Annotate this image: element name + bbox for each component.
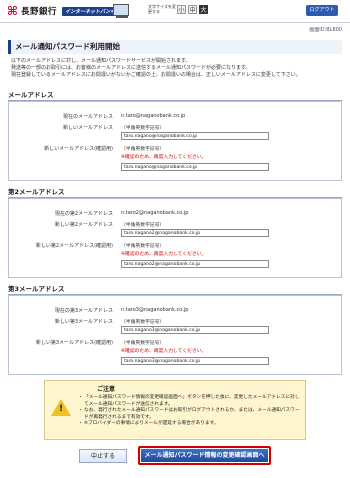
header: ⌘ 長野銀行 インターネットバンキング 文字サイズを変更する 小 中 大 ログア… — [0, 0, 350, 23]
bank-logo[interactable]: ⌘ 長野銀行 インターネットバンキング — [6, 3, 129, 18]
current-email-label: 現在のメールアドレス — [62, 114, 113, 120]
confirm-email-hint: （半角英数字記号） — [121, 147, 165, 152]
section-heading-email: メールアドレス — [8, 89, 342, 101]
intro-text: 以下のメールアドレスに対し、メール通知パスワードサービスが開始されます。 発送等… — [11, 58, 341, 80]
logout-button[interactable]: ログアウト — [306, 5, 338, 16]
font-size-label: 文字サイズを変更する — [148, 4, 176, 14]
page-title: メール通知パスワード利用開始 — [8, 40, 342, 54]
warning-exclamation-icon: ! — [59, 404, 64, 414]
section-heading-email3: 第3メールアドレス — [8, 283, 342, 295]
email-section-card: 現在のメールアドレス n.taro@naganobank.co.jp 新しいメー… — [8, 101, 342, 181]
caution-item: なお、発行されたメール通知パスワードはお取引がログアウトされるか、または、メール… — [78, 408, 301, 421]
confirm-email3-input[interactable]: taro.nagano3@naganobank.co.jp — [121, 357, 269, 365]
email2-section-card: 現在の第2メールアドレス n.taro2@naganobank.co.jp 新し… — [8, 198, 342, 278]
confirm-change-button[interactable]: メール通知パスワード情報の変更確認画面へ — [141, 449, 268, 462]
section-heading-email2: 第2メールアドレス — [8, 186, 342, 198]
font-size-small-button[interactable]: 小 — [177, 5, 186, 14]
email3-section-card: 現在の第3メールアドレス n.taro3@naganobank.co.jp 新し… — [8, 295, 342, 375]
confirm-email3-label: 新しい第3メールアドレス(確認用) — [35, 340, 113, 346]
confirm-email3-hint: （半角英数字記号） — [121, 341, 165, 346]
confirm-email2-input[interactable]: taro.nagano2@naganobank.co.jp — [121, 260, 269, 268]
current-email2-label: 現在の第2メールアドレス — [54, 211, 113, 217]
bank-logo-icon: ⌘ — [6, 3, 19, 18]
confirm-email3-note: ※確認のため、再度入力してください。 — [121, 349, 207, 354]
new-email3-hint: （半角英数字記号） — [121, 320, 165, 325]
intro-line: 現在登録しているメールアドレスにお間違いがないかご確認の上、お間違いの場合は、正… — [11, 72, 301, 79]
current-email3-value: n.taro3@naganobank.co.jp — [121, 307, 189, 313]
confirm-email-input[interactable]: taro.nagano@naganobank.co.jp — [121, 163, 269, 171]
new-email2-input[interactable]: taro.nagano2@naganobank.co.jp — [121, 229, 269, 237]
confirm-change-button-highlight[interactable]: メール通知パスワード情報の変更確認画面へ — [138, 446, 271, 465]
new-email-label: 新しいメールアドレス — [62, 125, 113, 131]
caution-heading: ご注意 — [97, 386, 116, 393]
new-email2-hint: （半角英数字記号） — [121, 223, 165, 228]
new-email-input[interactable]: taro.nagano@naganobank.co.jp — [121, 132, 269, 140]
cancel-button[interactable]: 中止する — [79, 449, 127, 463]
font-size-medium-button[interactable]: 中 — [188, 5, 197, 14]
confirm-email2-label: 新しい第2メールアドレス(確認用) — [35, 243, 113, 249]
caution-item: 「メール通知パスワード情報の変更確認画面へ」ボタンを押した後に、変更したメールア… — [78, 395, 301, 408]
computer-icon — [113, 4, 129, 18]
bank-name: 長野銀行 — [21, 7, 58, 17]
new-email2-label: 新しい第2メールアドレス — [54, 222, 113, 228]
confirm-email-label: 新しいメールアドレス(確認用) — [44, 146, 113, 152]
font-size-large-button[interactable]: 大 — [199, 5, 208, 14]
confirm-email-note: ※確認のため、再度入力してください。 — [121, 155, 207, 160]
current-email3-label: 現在の第3メールアドレス — [54, 308, 113, 314]
new-email-hint: （半角英数字記号） — [121, 126, 165, 131]
caution-item: ※プロバイダーの事情によりメールが遅延する場合があります。 — [78, 421, 301, 428]
caution-list: 「メール通知パスワード情報の変更確認画面へ」ボタンを押した後に、変更したメールア… — [78, 395, 301, 428]
current-email2-value: n.taro2@naganobank.co.jp — [121, 210, 189, 216]
new-email3-label: 新しい第3メールアドレス — [54, 319, 113, 325]
confirm-email2-note: ※確認のため、再度入力してください。 — [121, 252, 207, 257]
caution-box: ご注意 ! 「メール通知パスワード情報の変更確認画面へ」ボタンを押した後に、変更… — [44, 380, 306, 440]
screen-id: 画面ID:BL800 — [309, 27, 342, 33]
confirm-email2-hint: （半角英数字記号） — [121, 244, 165, 249]
current-email-value: n.taro@naganobank.co.jp — [121, 113, 186, 119]
page: ⌘ 長野銀行 インターネットバンキング 文字サイズを変更する 小 中 大 ログア… — [0, 0, 350, 478]
new-email3-input[interactable]: taro.nagano3@naganobank.co.jp — [121, 326, 269, 334]
